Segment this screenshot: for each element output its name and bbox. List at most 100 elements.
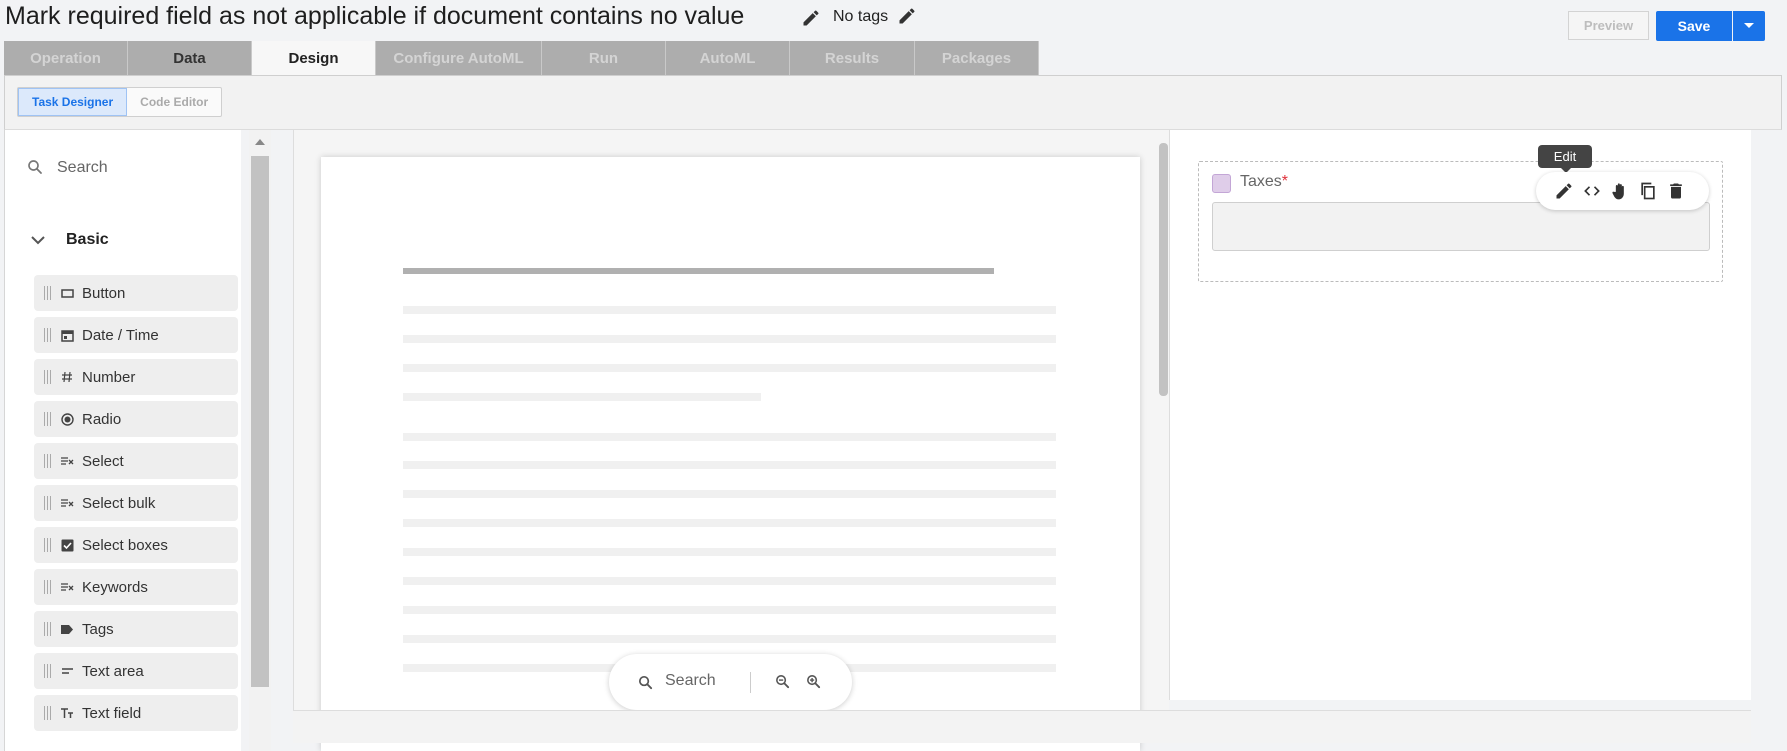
drag-handle-icon xyxy=(44,370,56,384)
palette-search-input[interactable]: Search xyxy=(26,158,226,178)
document-text-line xyxy=(403,393,761,401)
document-text-line xyxy=(403,519,1056,527)
calendar-icon xyxy=(60,328,74,342)
field-action-toolbar xyxy=(1536,172,1709,210)
palette-item-keywords[interactable]: Keywords xyxy=(34,569,238,605)
palette-item-label: Tags xyxy=(82,620,114,638)
palette-item-label: Keywords xyxy=(82,578,148,596)
editor-mode-toggle: Task Designer Code Editor xyxy=(17,87,223,117)
edit-tooltip: Edit xyxy=(1538,145,1592,173)
tag-icon xyxy=(60,622,74,636)
palette-item-label: Number xyxy=(82,368,136,386)
basic-section-toggle[interactable]: Basic xyxy=(30,229,109,251)
preview-button[interactable]: Preview xyxy=(1568,11,1649,40)
tab-results[interactable]: Results xyxy=(790,41,915,75)
scroll-up-arrow-icon[interactable] xyxy=(255,139,265,145)
palette-item-text-field[interactable]: Text field xyxy=(34,695,238,731)
document-text-line xyxy=(403,490,1056,498)
drag-handle-icon xyxy=(44,706,56,720)
edit-tags-pencil-icon[interactable] xyxy=(897,6,917,26)
tab-operation[interactable]: Operation xyxy=(4,41,128,75)
hash-icon xyxy=(60,370,74,384)
palette-item-label: Text area xyxy=(82,662,144,680)
edit-title-pencil-icon[interactable] xyxy=(801,8,821,28)
bottom-strip xyxy=(293,710,1751,743)
tags-label: No tags xyxy=(833,8,889,25)
code-icon[interactable] xyxy=(1582,181,1602,201)
palette-item-select-boxes[interactable]: Select boxes xyxy=(34,527,238,563)
field-label-text: Taxes xyxy=(1240,173,1282,190)
palette-item-text-area[interactable]: Text area xyxy=(34,653,238,689)
text-area-icon xyxy=(60,664,74,678)
palette-item-select[interactable]: Select xyxy=(34,443,238,479)
palette-item-label: Select xyxy=(82,452,124,470)
field-color-swatch xyxy=(1212,174,1231,193)
checkbox-icon xyxy=(60,538,74,552)
palette-item-label: Button xyxy=(82,284,126,302)
select-icon xyxy=(60,580,74,594)
palette-scrollbar-thumb[interactable] xyxy=(251,156,269,687)
drag-handle-icon xyxy=(44,454,56,468)
select-icon xyxy=(60,496,74,510)
palette-item-date-time[interactable]: Date / Time xyxy=(34,317,238,353)
document-text-line xyxy=(403,461,1056,469)
palette-item-tags[interactable]: Tags xyxy=(34,611,238,647)
task-designer-button[interactable]: Task Designer xyxy=(18,88,128,116)
edit-pencil-icon[interactable] xyxy=(1554,181,1574,201)
tab-run[interactable]: Run xyxy=(542,41,666,75)
code-editor-button[interactable]: Code Editor xyxy=(127,88,221,116)
delete-trash-icon[interactable] xyxy=(1666,181,1686,201)
search-icon xyxy=(638,675,653,690)
divider xyxy=(750,672,751,693)
document-text-line xyxy=(403,548,1056,556)
drag-handle-icon xyxy=(44,328,56,342)
document-text-line xyxy=(403,306,1056,314)
save-button[interactable]: Save xyxy=(1656,11,1732,41)
tab-automl[interactable]: AutoML xyxy=(666,41,790,75)
palette-search-placeholder: Search xyxy=(57,159,108,176)
text-field-icon xyxy=(60,706,74,720)
tab-packages[interactable]: Packages xyxy=(915,41,1039,75)
palette-scrollbar[interactable] xyxy=(249,130,271,751)
save-options-button[interactable] xyxy=(1733,11,1765,41)
tab-design[interactable]: Design xyxy=(252,41,376,75)
copy-icon[interactable] xyxy=(1638,181,1658,201)
search-icon xyxy=(28,160,42,174)
palette-item-button[interactable]: Button xyxy=(34,275,238,311)
drag-handle-icon xyxy=(44,664,56,678)
drag-handle-icon xyxy=(44,538,56,552)
tab-data[interactable]: Data xyxy=(128,41,252,75)
tab-configure-automl[interactable]: Configure AutoML xyxy=(376,41,542,75)
document-search-input[interactable]: Search xyxy=(665,672,716,690)
basic-section-label: Basic xyxy=(66,231,109,248)
header: Mark required field as not applicable if… xyxy=(0,0,1787,40)
main-tabs: Operation Data Design Configure AutoML R… xyxy=(4,41,1039,75)
taxes-field-label: Taxes* xyxy=(1240,173,1288,191)
select-icon xyxy=(60,454,74,468)
designer-toolbar: Task Designer Code Editor xyxy=(4,75,1782,130)
drag-handle-icon xyxy=(44,580,56,594)
palette-item-select-bulk[interactable]: Select bulk xyxy=(34,485,238,521)
viewer-scrollbar-thumb[interactable] xyxy=(1159,143,1168,396)
palette-item-label: Select boxes xyxy=(82,536,168,554)
drag-handle-icon xyxy=(44,412,56,426)
document-text-line xyxy=(403,335,1056,343)
palette-item-number[interactable]: Number xyxy=(34,359,238,395)
palette-item-label: Select bulk xyxy=(82,494,156,512)
radio-icon xyxy=(60,412,74,426)
palette-item-radio[interactable]: Radio xyxy=(34,401,238,437)
palette-item-label: Radio xyxy=(82,410,122,428)
drag-handle-icon xyxy=(44,496,56,510)
document-text-line xyxy=(403,577,1056,585)
document-text-line xyxy=(403,433,1056,441)
zoom-out-icon[interactable] xyxy=(774,673,791,690)
palette-item-label: Date / Time xyxy=(82,326,159,344)
document-search-bar: Search xyxy=(609,654,852,710)
drag-hand-icon[interactable] xyxy=(1610,181,1630,201)
page-title: Mark required field as not applicable if… xyxy=(5,2,745,30)
zoom-in-icon[interactable] xyxy=(805,673,822,690)
chevron-down-icon xyxy=(31,236,45,245)
palette-item-label: Text field xyxy=(82,704,142,722)
drag-handle-icon xyxy=(44,286,56,300)
button-icon xyxy=(60,286,74,300)
